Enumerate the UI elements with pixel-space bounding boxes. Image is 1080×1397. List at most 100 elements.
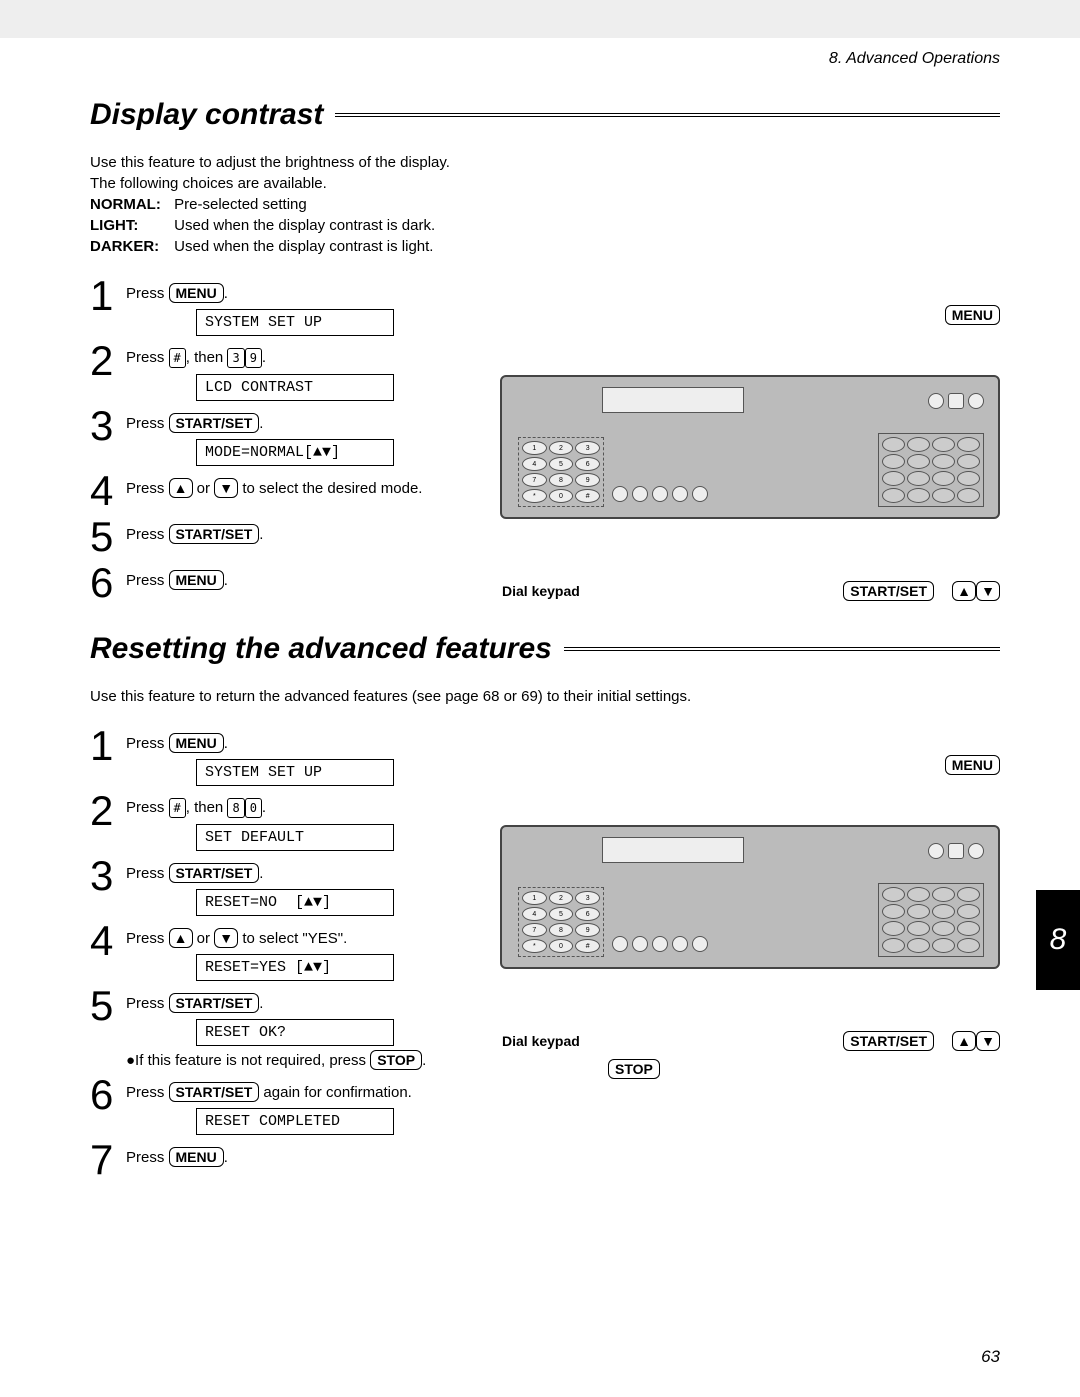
device-fn-row xyxy=(612,486,708,502)
or-text: or xyxy=(193,930,215,947)
lcd-display: SYSTEM SET UP xyxy=(196,759,394,786)
step7-text: Press xyxy=(126,1149,169,1166)
lcd-display: RESET=NO [▲▼] xyxy=(196,889,394,916)
divider xyxy=(564,647,1000,651)
menu-callout: MENU xyxy=(945,305,1000,325)
digit-key: 0 xyxy=(245,798,262,818)
digit-key: 8 xyxy=(227,798,244,818)
opt-normal-desc: Pre-selected setting xyxy=(174,196,307,213)
step-num: 3 xyxy=(90,405,116,447)
menu-key: MENU xyxy=(169,733,224,753)
step5-text: Press xyxy=(126,526,169,543)
punct: . xyxy=(262,799,266,816)
up-key: ▲ xyxy=(169,928,193,948)
section2-title: Resetting the advanced features xyxy=(90,632,552,666)
hash-key: # xyxy=(169,348,186,368)
lcd-display: RESET OK? xyxy=(196,1019,394,1046)
down-callout: ▼ xyxy=(976,581,1000,601)
startset-key: START/SET xyxy=(169,993,260,1013)
or-text: or xyxy=(193,480,215,497)
lcd-display: SYSTEM SET UP xyxy=(196,309,394,336)
startset-key: START/SET xyxy=(169,1082,260,1102)
step-num: 4 xyxy=(90,470,116,512)
digit-key: 9 xyxy=(245,348,262,368)
menu-callout: MENU xyxy=(945,755,1000,775)
step3-text: Press xyxy=(126,865,169,882)
up-key: ▲ xyxy=(169,478,193,498)
device-screen xyxy=(602,387,744,413)
step-num: 6 xyxy=(90,1074,116,1116)
down-key: ▼ xyxy=(214,928,238,948)
startset-key: START/SET xyxy=(169,413,260,433)
menu-key: MENU xyxy=(169,283,224,303)
step-num: 2 xyxy=(90,340,116,382)
up-callout: ▲ xyxy=(952,1031,976,1051)
device-diagram: 123456789*0# xyxy=(500,375,1000,519)
dial-keypad-callout: Dial keypad xyxy=(500,582,582,600)
stop-key: STOP xyxy=(370,1050,422,1070)
down-callout: ▼ xyxy=(976,1031,1000,1051)
step-num: 6 xyxy=(90,562,116,604)
section1-intro-text: Use this feature to adjust the brightnes… xyxy=(90,152,1000,194)
lcd-display: MODE=NORMAL[▲▼] xyxy=(196,439,394,466)
lcd-display: RESET=YES [▲▼] xyxy=(196,954,394,981)
section2-intro: Use this feature to return the advanced … xyxy=(90,686,1000,707)
startset-callout: START/SET xyxy=(843,581,934,601)
step4-tail: to select "YES". xyxy=(238,930,347,947)
opt-light-desc: Used when the display contrast is dark. xyxy=(174,217,435,234)
step2-text: Press xyxy=(126,349,169,366)
device-top-row xyxy=(928,843,984,859)
opt-darker-desc: Used when the display contrast is light. xyxy=(174,238,433,255)
step6-text: Press xyxy=(126,572,169,589)
punct: . xyxy=(259,526,263,543)
lcd-display: RESET COMPLETED xyxy=(196,1108,394,1135)
step-num: 4 xyxy=(90,920,116,962)
step-num: 7 xyxy=(90,1139,116,1181)
startset-callout: START/SET xyxy=(843,1031,934,1051)
chapter-header: 8. Advanced Operations xyxy=(90,50,1000,68)
opt-darker-label: DARKER: xyxy=(90,236,170,257)
punct: . xyxy=(259,995,263,1012)
punct: . xyxy=(422,1052,426,1069)
up-callout: ▲ xyxy=(952,581,976,601)
step1-text: Press xyxy=(126,285,169,302)
step4-tail: to select the desired mode. xyxy=(238,480,422,497)
device-keypad: 123456789*0# xyxy=(518,437,604,507)
opt-light-label: LIGHT: xyxy=(90,215,170,236)
step1-text: Press xyxy=(126,735,169,752)
step-num: 1 xyxy=(90,725,116,767)
punct: . xyxy=(259,865,263,882)
punct: . xyxy=(262,349,266,366)
opt-normal-label: NORMAL: xyxy=(90,194,170,215)
device-top-row xyxy=(928,393,984,409)
step2-text2: , then xyxy=(186,799,228,816)
punct: . xyxy=(224,285,228,302)
step-num: 5 xyxy=(90,516,116,558)
step2-text2: , then xyxy=(186,349,228,366)
step5-text: Press xyxy=(126,995,169,1012)
device-fn-row xyxy=(612,936,708,952)
step4-text: Press xyxy=(126,480,169,497)
step-num: 2 xyxy=(90,790,116,832)
menu-key: MENU xyxy=(169,1147,224,1167)
device-button-grid xyxy=(878,433,984,507)
device-screen xyxy=(602,837,744,863)
step5-note: ●If this feature is not required, press xyxy=(126,1052,370,1069)
device-button-grid xyxy=(878,883,984,957)
device-diagram: 123456789*0# xyxy=(500,825,1000,969)
stop-callout: STOP xyxy=(608,1059,660,1079)
chapter-tab: 8 xyxy=(1036,890,1080,990)
section1-title: Display contrast xyxy=(90,98,323,132)
punct: . xyxy=(224,1149,228,1166)
divider xyxy=(335,113,1000,117)
step3-text: Press xyxy=(126,415,169,432)
lcd-display: SET DEFAULT xyxy=(196,824,394,851)
digit-key: 3 xyxy=(227,348,244,368)
section1-intro: Use this feature to adjust the brightnes… xyxy=(90,152,1000,257)
down-key: ▼ xyxy=(214,478,238,498)
step2-text: Press xyxy=(126,799,169,816)
punct: . xyxy=(224,572,228,589)
top-shade xyxy=(0,0,1080,38)
step-num: 3 xyxy=(90,855,116,897)
dial-keypad-callout: Dial keypad xyxy=(500,1032,582,1050)
